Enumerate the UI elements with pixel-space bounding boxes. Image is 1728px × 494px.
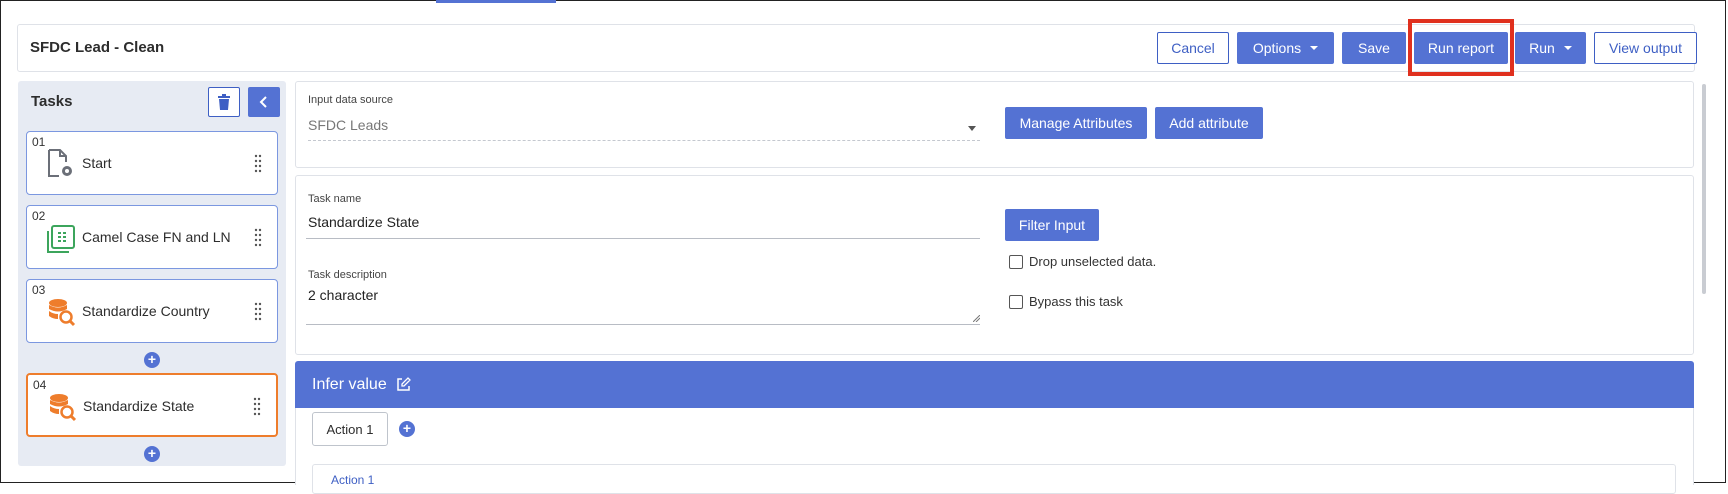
- task-description-underline: [306, 324, 980, 325]
- task-name-input[interactable]: Standardize State: [308, 214, 419, 230]
- drag-handle-icon[interactable]: [254, 228, 262, 248]
- bypass-task-label: Bypass this task: [1029, 294, 1123, 309]
- add-task-button[interactable]: +: [144, 446, 160, 462]
- task-name-underline: [306, 238, 980, 239]
- infer-value-title: Infer value: [312, 376, 387, 393]
- file-gear-icon: [48, 149, 72, 177]
- highlight-annotation: [1408, 19, 1514, 76]
- options-button[interactable]: Options: [1237, 32, 1334, 64]
- trash-icon: [218, 94, 230, 110]
- manage-attributes-button[interactable]: Manage Attributes: [1005, 107, 1147, 139]
- action-panel: Action 1: [312, 464, 1676, 494]
- delete-task-button[interactable]: [208, 87, 240, 117]
- run-label: Run: [1529, 40, 1555, 56]
- add-task-button[interactable]: +: [144, 352, 160, 368]
- task-label: Start: [82, 155, 112, 171]
- collapse-panel-button[interactable]: [248, 87, 280, 117]
- caret-down-icon: [1310, 46, 1319, 50]
- resize-handle-icon[interactable]: [973, 315, 980, 322]
- chevron-down-icon[interactable]: [968, 126, 976, 131]
- task-number: 01: [32, 135, 46, 149]
- task-card-standardize-country[interactable]: 03 Standardize Country: [26, 279, 278, 343]
- drop-unselected-label: Drop unselected data.: [1029, 254, 1157, 269]
- top-tab-indicator: [436, 0, 556, 3]
- cancel-button[interactable]: Cancel: [1157, 32, 1229, 64]
- tasks-panel: Tasks 01 Start 02 Camel Case FN and LN 0…: [18, 81, 286, 466]
- drag-handle-icon[interactable]: [254, 154, 262, 174]
- task-label: Standardize State: [83, 398, 195, 414]
- infer-value-body: Action 1 + Action 1: [295, 408, 1694, 494]
- database-search-icon: [50, 394, 77, 422]
- task-number: 04: [33, 378, 47, 392]
- add-action-button[interactable]: +: [399, 421, 415, 437]
- page-title: SFDC Lead - Clean: [30, 39, 165, 56]
- select-underline: [308, 140, 980, 141]
- input-source-label: Input data source: [308, 94, 394, 106]
- add-attribute-button[interactable]: Add attribute: [1155, 107, 1263, 139]
- task-label: Camel Case FN and LN: [82, 229, 231, 245]
- sheet-icon: [47, 225, 75, 253]
- task-card-standardize-state[interactable]: 04 Standardize State: [26, 373, 278, 437]
- caret-down-icon: [1563, 46, 1572, 50]
- database-search-icon: [49, 299, 76, 327]
- input-source-select[interactable]: SFDC Leads: [308, 117, 388, 133]
- options-label: Options: [1252, 40, 1302, 56]
- drag-handle-icon[interactable]: [254, 302, 262, 322]
- scrollbar[interactable]: [1702, 84, 1706, 294]
- chevron-left-icon: [259, 96, 267, 108]
- task-number: 03: [32, 283, 46, 297]
- input-source-card: Input data source SFDC Leads Manage Attr…: [295, 81, 1694, 168]
- drop-unselected-checkbox[interactable]: [1009, 255, 1023, 269]
- filter-input-button[interactable]: Filter Input: [1005, 209, 1099, 241]
- infer-value-header: Infer value: [295, 361, 1694, 408]
- task-description-textarea[interactable]: 2 character: [308, 287, 378, 303]
- save-button[interactable]: Save: [1342, 32, 1406, 64]
- task-card-camel-case[interactable]: 02 Camel Case FN and LN: [26, 205, 278, 269]
- task-description-label: Task description: [308, 269, 387, 281]
- task-card-start[interactable]: 01 Start: [26, 131, 278, 195]
- run-button[interactable]: Run: [1515, 32, 1586, 64]
- view-output-button[interactable]: View output: [1594, 32, 1697, 64]
- task-number: 02: [32, 209, 46, 223]
- task-name-label: Task name: [308, 193, 362, 205]
- drag-handle-icon[interactable]: [253, 397, 261, 417]
- edit-icon[interactable]: [396, 377, 411, 392]
- tab-action-1[interactable]: Action 1: [312, 412, 388, 446]
- tasks-title: Tasks: [31, 93, 73, 110]
- task-details-card: Task name Standardize State Task descrip…: [295, 175, 1694, 355]
- bypass-task-checkbox[interactable]: [1009, 295, 1023, 309]
- task-label: Standardize Country: [82, 303, 210, 319]
